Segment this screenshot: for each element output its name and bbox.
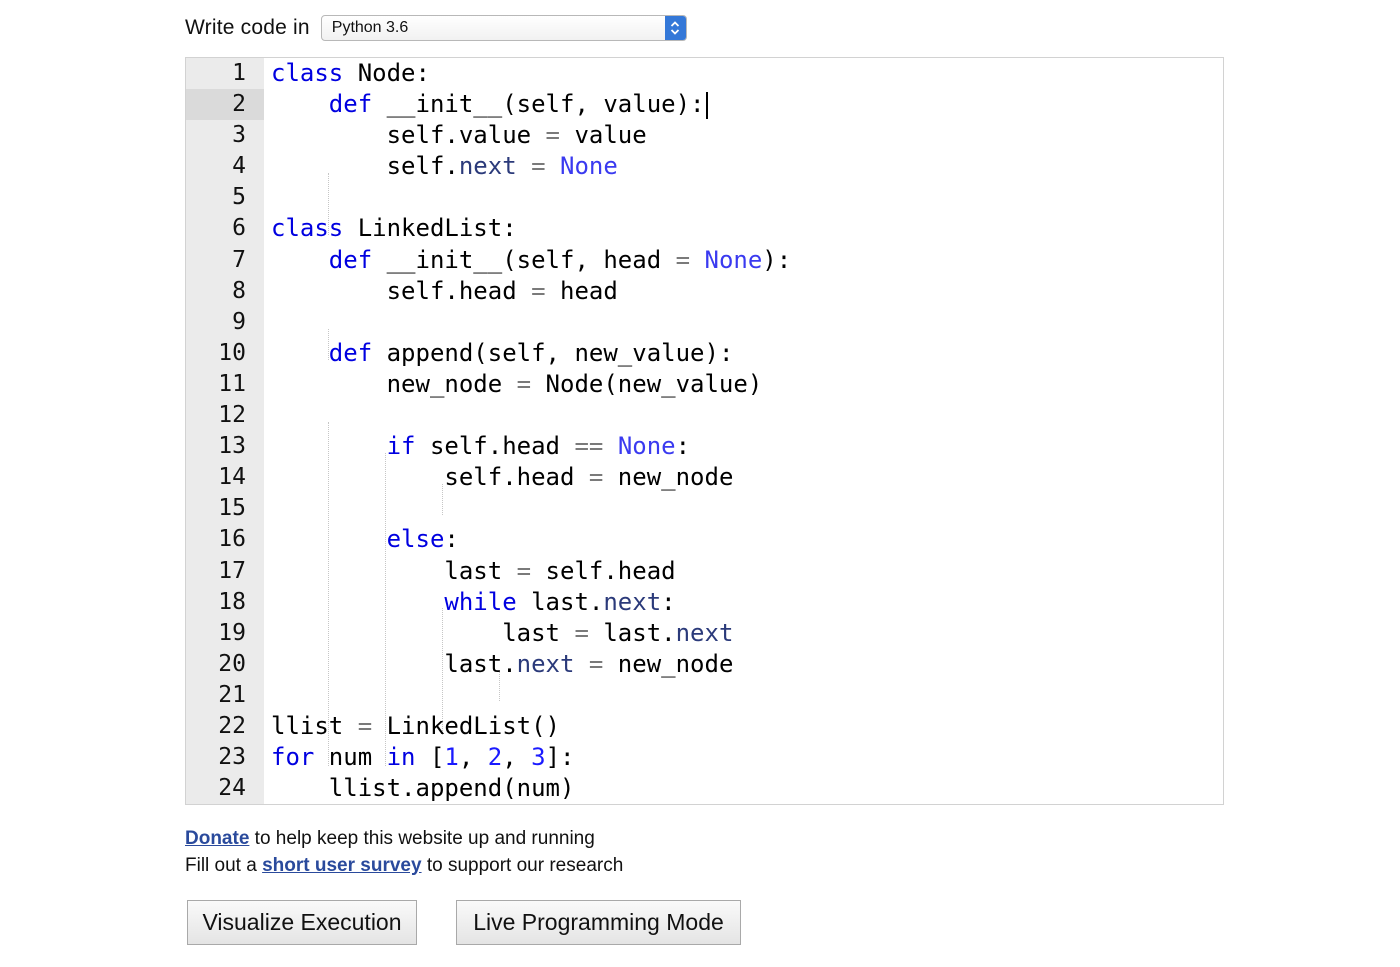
code-line[interactable]: llist = LinkedList() (271, 711, 1223, 742)
code-line[interactable]: last.next = new_node (271, 649, 1223, 680)
line-number-active: 2 (186, 89, 264, 121)
line-number: 12 (218, 402, 246, 429)
line-number: 8 (232, 277, 246, 304)
code-line[interactable]: else: (271, 524, 1223, 555)
chevron-up-down-icon[interactable] (664, 16, 686, 40)
code-line[interactable]: self.value = value (271, 120, 1223, 151)
code-line[interactable] (271, 307, 1223, 338)
code-line[interactable]: self.head = new_node (271, 462, 1223, 493)
page: Write code in Python 3.6 1 2 3 4 5 6 7 8… (0, 0, 1400, 967)
code-line[interactable]: if self.head == None: (271, 431, 1223, 462)
line-number: 15 (218, 495, 246, 522)
survey-line: Fill out a short user survey to support … (185, 852, 623, 879)
language-select-value: Python 3.6 (331, 19, 409, 36)
line-number: 11 (218, 370, 246, 397)
code-line[interactable]: for num in [1, 2, 3]: (271, 742, 1223, 773)
text-cursor (705, 91, 708, 119)
line-number: 14 (218, 464, 246, 491)
line-number: 19 (218, 619, 246, 646)
line-number: 13 (218, 433, 246, 460)
code-line[interactable]: new_node = Node(new_value) (271, 369, 1223, 400)
line-number: 5 (232, 184, 246, 211)
line-number: 22 (218, 712, 246, 739)
donate-line: Donate to help keep this website up and … (185, 825, 623, 852)
line-number: 9 (232, 308, 246, 335)
survey-link[interactable]: short user survey (262, 855, 421, 876)
code-line[interactable]: last = self.head (271, 556, 1223, 587)
code-line[interactable]: def __init__(self, value): (271, 89, 1223, 120)
code-line[interactable] (271, 493, 1223, 524)
language-select[interactable]: Python 3.6 (320, 15, 687, 41)
line-number: 21 (218, 681, 246, 708)
line-number: 6 (232, 215, 246, 242)
donate-link[interactable]: Donate (185, 828, 249, 849)
code-line[interactable] (271, 400, 1223, 431)
code-line[interactable]: self.next = None (271, 151, 1223, 182)
code-line[interactable]: def __init__(self, head = None): (271, 245, 1223, 276)
line-number: 24 (218, 775, 246, 802)
survey-suffix: to support our research (421, 855, 624, 876)
code-line[interactable] (271, 182, 1223, 213)
code-line[interactable]: self.head = head (271, 276, 1223, 307)
code-editor[interactable]: 1 2 3 4 5 6 7 8 9 10 11 12 13 14 15 16 1… (185, 57, 1224, 805)
survey-prefix: Fill out a (185, 855, 263, 876)
line-number: 17 (218, 557, 246, 584)
code-line[interactable]: class Node: (271, 58, 1223, 89)
line-number: 23 (218, 744, 246, 771)
line-number: 16 (218, 526, 246, 553)
language-label: Write code in (185, 16, 310, 39)
code-line[interactable] (271, 680, 1223, 711)
line-number: 10 (218, 339, 246, 366)
line-number: 7 (232, 246, 246, 273)
code-text-area[interactable]: class Node: def __init__(self, value): s… (271, 58, 1223, 804)
live-programming-mode-button[interactable]: Live Programming Mode (456, 900, 741, 945)
language-selector-row: Write code in Python 3.6 (185, 14, 687, 42)
line-number: 1 (232, 60, 246, 86)
code-line[interactable]: last = last.next (271, 618, 1223, 649)
line-number: 20 (218, 650, 246, 677)
code-line[interactable]: llist.append(num) (271, 773, 1223, 804)
line-number: 3 (232, 122, 246, 149)
line-number: 4 (232, 153, 246, 180)
visualize-execution-button[interactable]: Visualize Execution (187, 900, 417, 945)
line-number: 18 (218, 588, 246, 615)
donate-text: to help keep this website up and running (249, 828, 595, 849)
code-line[interactable]: def append(self, new_value): (271, 338, 1223, 369)
footer-text: Donate to help keep this website up and … (185, 825, 623, 879)
code-line[interactable]: while last.next: (271, 587, 1223, 618)
line-number-gutter: 1 2 3 4 5 6 7 8 9 10 11 12 13 14 15 16 1… (186, 58, 264, 804)
code-line[interactable]: class LinkedList: (271, 213, 1223, 244)
